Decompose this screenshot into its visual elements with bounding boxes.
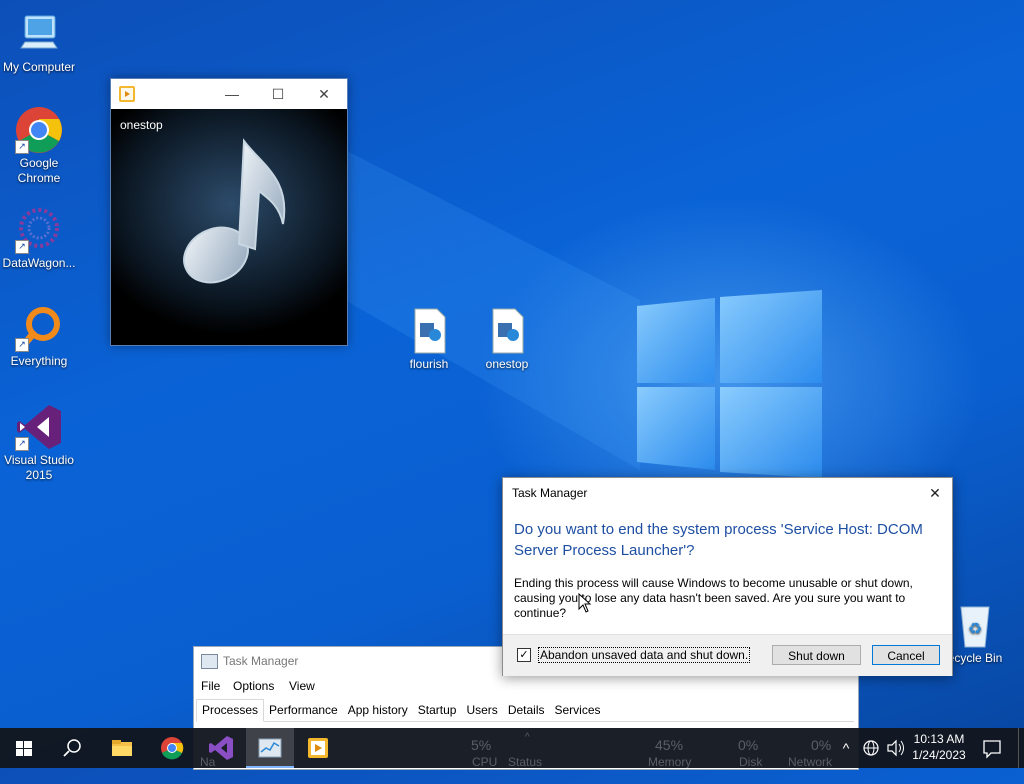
- chrome-icon: ↗: [15, 106, 63, 154]
- tab-details[interactable]: Details: [503, 700, 550, 721]
- media-player-icon: [119, 86, 135, 102]
- maximize-button[interactable]: ☐: [255, 79, 301, 109]
- network-tray-button[interactable]: [860, 728, 882, 768]
- taskbar-file-explorer[interactable]: [98, 728, 146, 768]
- computer-icon: [15, 10, 63, 58]
- show-desktop-button[interactable]: [1018, 728, 1024, 768]
- media-player-display[interactable]: onestop: [111, 109, 347, 345]
- action-center-button[interactable]: [978, 728, 1006, 768]
- taskbar-visual-studio[interactable]: [197, 728, 245, 768]
- desktop-icon-label: Google Chrome: [17, 156, 61, 185]
- minimize-button[interactable]: —: [209, 79, 255, 109]
- shortcut-arrow-icon: ↗: [15, 338, 29, 352]
- file-explorer-icon: [112, 740, 132, 756]
- network-value: 0%: [811, 737, 832, 753]
- abandon-data-checkbox[interactable]: ✓: [517, 648, 531, 662]
- desktop-icon-google-chrome[interactable]: ↗ Google Chrome: [0, 106, 78, 186]
- status-column-header: Status: [508, 755, 543, 769]
- disk-value: 0%: [738, 737, 759, 753]
- cancel-button[interactable]: Cancel: [872, 645, 940, 665]
- sort-indicator: ^: [525, 732, 530, 743]
- datawagon-icon: ↗: [15, 206, 63, 254]
- desktop-icon-flourish[interactable]: flourish: [390, 307, 468, 372]
- taskbar-chrome[interactable]: [148, 728, 196, 768]
- tab-startup[interactable]: Startup: [413, 700, 462, 721]
- visual-studio-icon: ↗: [15, 403, 63, 451]
- shortcut-arrow-icon: ↗: [15, 140, 29, 154]
- dialog-footer: ✓ Abandon unsaved data and shut down. Sh…: [503, 634, 952, 676]
- taskbar-task-manager[interactable]: [246, 728, 294, 768]
- volume-tray-button[interactable]: [884, 728, 906, 768]
- desktop-icon-label: Visual Studio 2015: [4, 453, 74, 482]
- tab-users[interactable]: Users: [461, 700, 502, 721]
- taskbar-media-player[interactable]: [294, 728, 342, 768]
- video-file-icon: [483, 307, 531, 355]
- desktop-icon-onestop[interactable]: onestop: [468, 307, 546, 372]
- desktop-icon-label: onestop: [485, 357, 529, 371]
- recycle-bin-icon: ♻: [951, 601, 999, 649]
- dialog-title: Task Manager: [512, 486, 588, 500]
- desktop-icon-visual-studio[interactable]: ↗ Visual Studio 2015: [0, 403, 78, 483]
- video-file-icon: [405, 307, 453, 355]
- menu-view[interactable]: View: [289, 679, 315, 693]
- desktop-icon-my-computer[interactable]: My Computer: [0, 10, 78, 75]
- shortcut-arrow-icon: ↗: [15, 240, 29, 254]
- shut-down-button[interactable]: Shut down: [772, 645, 861, 665]
- desktop-icon-label: Everything: [10, 354, 68, 368]
- tab-services[interactable]: Services: [550, 700, 606, 721]
- task-manager-tabs: Processes Performance App history Startup Us…: [196, 699, 854, 722]
- notification-icon: [983, 740, 1001, 759]
- dialog-close-button[interactable]: ✕: [922, 483, 948, 503]
- media-player-icon: [308, 738, 328, 758]
- memory-value: 45%: [655, 737, 684, 753]
- desktop-icon-label: My Computer: [2, 60, 76, 74]
- desktop-icon-label: flourish: [409, 357, 449, 371]
- start-button[interactable]: [0, 728, 48, 768]
- taskbar: Na ^ Status 5% CPU 45% Memory 0% Disk 0%…: [0, 728, 1024, 769]
- task-manager-title: Task Manager: [223, 654, 299, 668]
- tab-processes[interactable]: Processes: [196, 699, 265, 722]
- network-label: Network: [788, 755, 833, 769]
- menu-options[interactable]: Options: [233, 679, 274, 693]
- svg-text:♻: ♻: [968, 619, 982, 638]
- desktop-icon-label: DataWagon...: [2, 256, 76, 270]
- cpu-value: 5%: [471, 737, 492, 753]
- show-hidden-icons-button[interactable]: ^: [836, 728, 856, 768]
- globe-icon: [863, 740, 879, 756]
- task-manager-icon: [258, 738, 282, 758]
- desktop-icon-datawagon[interactable]: ↗ DataWagon...: [0, 206, 78, 271]
- visual-studio-icon: [209, 736, 233, 760]
- cpu-label: CPU: [472, 755, 498, 769]
- media-player-window[interactable]: — ☐ ✕ onestop: [110, 78, 348, 346]
- task-manager-menubar: File Options View: [194, 675, 858, 697]
- dialog-heading: Do you want to end the system process 'S…: [514, 521, 923, 559]
- clock-date: 1/24/2023: [912, 748, 966, 762]
- clock-time: 10:13 AM: [913, 732, 965, 746]
- music-note-icon: [183, 138, 286, 284]
- start-icon: [16, 741, 32, 756]
- desktop-icon-label: ecycle Bin: [947, 651, 1003, 665]
- disk-label: Disk: [739, 755, 763, 769]
- abandon-data-checkbox-label[interactable]: Abandon unsaved data and shut down.: [538, 647, 751, 663]
- clock[interactable]: 10:13 AM 1/24/2023: [906, 728, 972, 768]
- desktop-icon-everything[interactable]: ↗ Everything: [0, 304, 78, 369]
- search-button[interactable]: [48, 728, 96, 768]
- tab-performance[interactable]: Performance: [264, 700, 343, 721]
- task-manager-icon: [201, 654, 218, 669]
- shortcut-arrow-icon: ↗: [15, 437, 29, 451]
- close-button[interactable]: ✕: [301, 79, 347, 109]
- media-player-titlebar[interactable]: — ☐ ✕: [111, 79, 347, 109]
- tab-app-history[interactable]: App history: [343, 700, 413, 721]
- memory-label: Memory: [648, 755, 692, 769]
- mouse-cursor-icon: [578, 593, 592, 613]
- search-icon: [63, 739, 81, 757]
- dialog-body: Ending this process will cause Windows t…: [514, 576, 913, 620]
- end-process-dialog[interactable]: Task Manager ✕ Do you want to end the sy…: [502, 477, 953, 676]
- everything-search-icon: ↗: [15, 304, 63, 352]
- menu-file[interactable]: File: [201, 679, 220, 693]
- chrome-icon: [161, 737, 184, 760]
- volume-icon: [887, 739, 904, 757]
